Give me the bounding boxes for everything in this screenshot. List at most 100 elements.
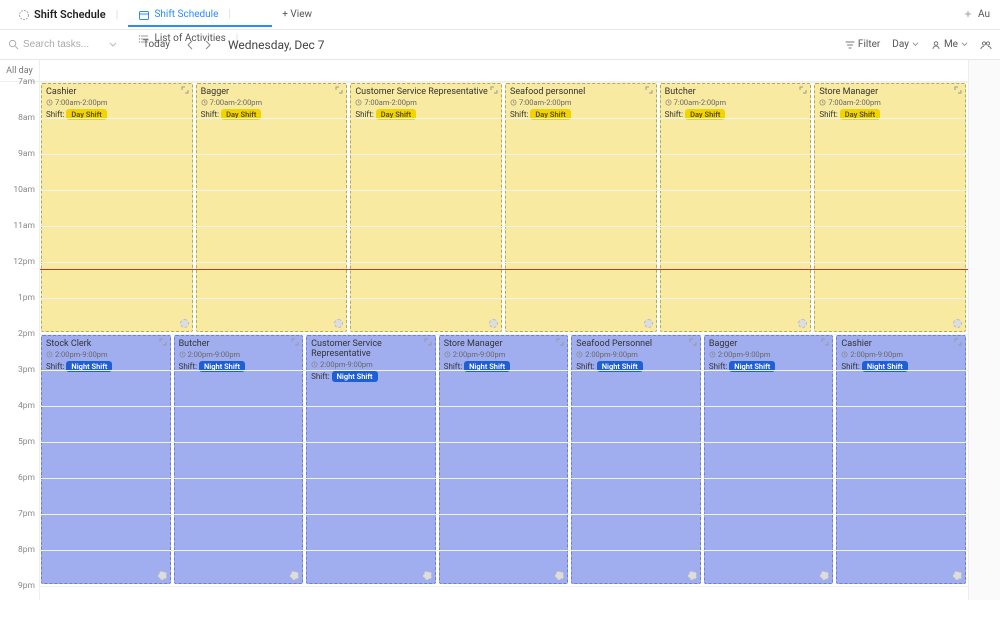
grid-body[interactable]: Cashier7:00am-2:00pmShift: Day ShiftBagg…: [40, 82, 968, 622]
event-title: Store Manager: [819, 87, 961, 97]
right-toolbar: Filter Day Me: [845, 39, 992, 50]
event-time: 2:00pm-9:00pm: [841, 350, 961, 359]
clock-icon: [46, 99, 53, 106]
allday-row[interactable]: [40, 60, 968, 82]
shift-event[interactable]: Cashier7:00am-2:00pmShift: Day Shift: [41, 83, 193, 332]
assignee-avatar[interactable]: [820, 571, 829, 580]
search-input[interactable]: [23, 39, 103, 50]
expand-icon[interactable]: [291, 338, 299, 346]
calendar-icon: [138, 9, 150, 21]
expand-icon[interactable]: [424, 338, 432, 346]
expand-icon[interactable]: [181, 86, 189, 94]
clock-icon: [46, 351, 53, 358]
expand-icon[interactable]: [799, 86, 807, 94]
expand-icon[interactable]: [556, 338, 564, 346]
clock-icon: [819, 99, 826, 106]
shift-event[interactable]: Store Manager7:00am-2:00pmShift: Day Shi…: [814, 83, 966, 332]
chevron-down-icon: [912, 41, 919, 48]
expand-icon[interactable]: [821, 338, 829, 346]
clock-icon: [709, 351, 716, 358]
workspace-title[interactable]: Shift Schedule |: [8, 2, 128, 27]
header-bar: Shift Schedule | Getting Started Guide|S…: [0, 0, 1000, 30]
hour-label: 11am: [0, 221, 39, 257]
hour-label: 2pm: [0, 329, 39, 365]
shift-event[interactable]: Customer Service Representative7:00am-2:…: [350, 83, 502, 332]
hour-label: 12pm: [0, 257, 39, 293]
event-time: 2:00pm-9:00pm: [444, 350, 564, 359]
event-time: 2:00pm-9:00pm: [46, 350, 166, 359]
event-title: Customer Service Representative: [311, 339, 431, 359]
view-mode-dropdown[interactable]: Day: [892, 39, 919, 50]
people-button[interactable]: [980, 40, 992, 50]
calendar-grid[interactable]: Cashier7:00am-2:00pmShift: Day ShiftBagg…: [40, 60, 968, 600]
assignee-avatar[interactable]: [334, 319, 343, 328]
workspace-title-text: Shift Schedule: [34, 8, 106, 21]
me-filter[interactable]: Me: [931, 39, 968, 50]
shift-event[interactable]: Stock Clerk2:00pm-9:00pmShift: Night Shi…: [41, 335, 171, 584]
search-dropdown[interactable]: [109, 41, 129, 49]
header-right-button[interactable]: Au: [952, 3, 1000, 27]
event-time: 2:00pm-9:00pm: [311, 360, 431, 369]
filter-button[interactable]: Filter: [845, 39, 880, 50]
assignee-avatar[interactable]: [953, 571, 962, 580]
people-icon: [980, 40, 992, 50]
hour-label: 10am: [0, 185, 39, 221]
event-title: Butcher: [179, 339, 299, 349]
shift-event[interactable]: Customer Service Representative2:00pm-9:…: [306, 335, 436, 584]
shift-event[interactable]: Butcher7:00am-2:00pmShift: Day Shift: [660, 83, 812, 332]
assignee-avatar[interactable]: [489, 319, 498, 328]
shift-event[interactable]: Bagger7:00am-2:00pmShift: Day Shift: [196, 83, 348, 332]
date-nav: [184, 40, 214, 50]
chevron-left-icon: [186, 40, 194, 50]
chevron-right-icon: [204, 40, 212, 50]
hour-label: 5pm: [0, 437, 39, 473]
assignee-avatar[interactable]: [953, 319, 962, 328]
next-day-button[interactable]: [202, 40, 214, 50]
assignee-avatar[interactable]: [158, 571, 167, 580]
event-time: 2:00pm-9:00pm: [179, 350, 299, 359]
assignee-avatar[interactable]: [180, 319, 189, 328]
right-sidebar[interactable]: [968, 60, 1000, 600]
expand-icon[interactable]: [335, 86, 343, 94]
hour-label: 7am: [0, 77, 39, 113]
expand-icon[interactable]: [159, 338, 167, 346]
event-title: Seafood personnel: [510, 87, 652, 97]
time-gutter: All day 7am8am9am10am11am12pm1pm2pm3pm4p…: [0, 60, 40, 600]
search-field[interactable]: [8, 39, 103, 50]
clock-icon: [355, 99, 362, 106]
event-title: Bagger: [201, 87, 343, 97]
assignee-avatar[interactable]: [798, 319, 807, 328]
add-view-button[interactable]: + View: [272, 3, 322, 26]
expand-icon[interactable]: [490, 86, 498, 94]
expand-icon[interactable]: [954, 338, 962, 346]
shift-event[interactable]: Seafood Personnel2:00pm-9:00pmShift: Nig…: [571, 335, 701, 584]
clock-icon: [311, 361, 318, 368]
calendar-view: All day 7am8am9am10am11am12pm1pm2pm3pm4p…: [0, 60, 1000, 600]
shift-event[interactable]: Bagger2:00pm-9:00pmShift: Night Shift: [704, 335, 834, 584]
assignee-avatar[interactable]: [290, 571, 299, 580]
assignee-avatar[interactable]: [555, 571, 564, 580]
assignee-avatar[interactable]: [688, 571, 697, 580]
event-title: Store Manager: [444, 339, 564, 349]
clock-icon: [576, 351, 583, 358]
shift-event[interactable]: Seafood personnel7:00am-2:00pmShift: Day…: [505, 83, 657, 332]
event-time: 7:00am-2:00pm: [665, 98, 807, 107]
assignee-avatar[interactable]: [423, 571, 432, 580]
current-date: Wednesday, Dec 7: [228, 38, 325, 52]
event-title: Stock Clerk: [46, 339, 166, 349]
clock-icon: [841, 351, 848, 358]
event-time: 2:00pm-9:00pm: [576, 350, 696, 359]
shift-event[interactable]: Cashier2:00pm-9:00pmShift: Night Shift: [836, 335, 966, 584]
expand-icon[interactable]: [645, 86, 653, 94]
shift-event[interactable]: Butcher2:00pm-9:00pmShift: Night Shift: [174, 335, 304, 584]
search-icon: [8, 39, 19, 50]
expand-icon[interactable]: [954, 86, 962, 94]
today-button[interactable]: Today: [143, 39, 170, 50]
expand-icon[interactable]: [689, 338, 697, 346]
tab-shift-schedule[interactable]: Shift Schedule|: [128, 3, 272, 27]
shift-field-label: Shift:: [311, 372, 329, 381]
assignee-avatar[interactable]: [644, 319, 653, 328]
event-time: 7:00am-2:00pm: [510, 98, 652, 107]
prev-day-button[interactable]: [184, 40, 196, 50]
shift-event[interactable]: Store Manager2:00pm-9:00pmShift: Night S…: [439, 335, 569, 584]
